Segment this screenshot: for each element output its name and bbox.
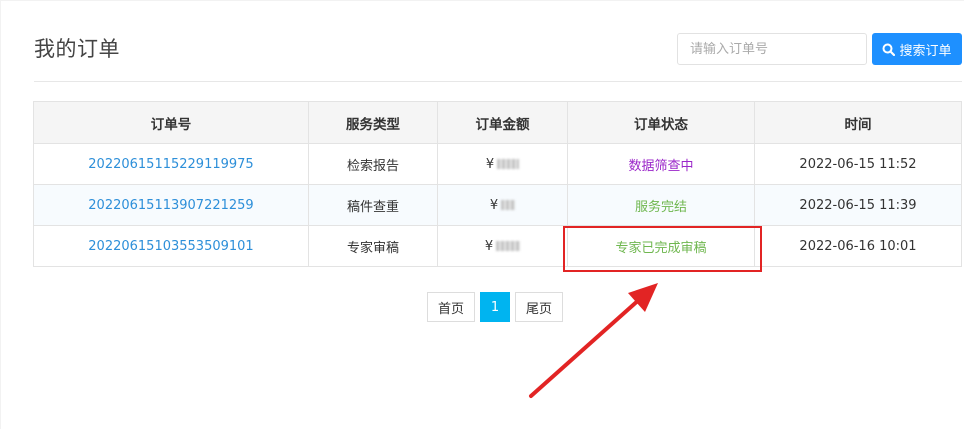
amount-currency: ¥ bbox=[485, 156, 495, 172]
order-no-cell: 20220615103553509101 bbox=[33, 225, 309, 267]
amount-cell: ¥ bbox=[437, 225, 568, 267]
column-header-time: 时间 bbox=[754, 101, 962, 144]
page-title: 我的订单 bbox=[34, 37, 120, 61]
order-search-input[interactable] bbox=[677, 33, 867, 65]
column-header-service-type: 服务类型 bbox=[308, 101, 438, 144]
order-no-link[interactable]: 20220615115229119975 bbox=[88, 157, 253, 172]
table-header-row: 订单号 服务类型 订单金额 订单状态 时间 bbox=[33, 101, 962, 144]
column-header-amount: 订单金额 bbox=[437, 101, 568, 144]
orders-table: 订单号 服务类型 订单金额 订单状态 时间 202206151152291199… bbox=[33, 101, 962, 267]
search-orders-button[interactable]: 搜索订单 bbox=[872, 33, 962, 65]
table-row: 20220615115229119975 检索报告 ¥ 数据筛查中 2022-0… bbox=[33, 143, 962, 185]
time-cell: 2022-06-15 11:39 bbox=[754, 184, 962, 226]
table-row: 20220615103553509101 专家审稿 ¥ 专家已完成审稿 2022… bbox=[33, 225, 962, 267]
amount-cell: ¥ bbox=[437, 184, 568, 226]
time-cell: 2022-06-16 10:01 bbox=[754, 225, 962, 267]
status-cell: 数据筛查中 bbox=[567, 143, 755, 185]
service-type-cell: 检索报告 bbox=[308, 143, 438, 185]
amount-cell: ¥ bbox=[437, 143, 568, 185]
order-no-link[interactable]: 20220615113907221259 bbox=[88, 198, 253, 213]
last-page-button[interactable]: 尾页 bbox=[515, 292, 563, 322]
header-divider bbox=[34, 81, 962, 82]
search-button-label: 搜索订单 bbox=[899, 43, 952, 59]
search-icon bbox=[882, 43, 896, 56]
order-no-cell: 20220615113907221259 bbox=[33, 184, 309, 226]
column-header-status: 订单状态 bbox=[567, 101, 755, 144]
masked-amount bbox=[501, 200, 516, 210]
amount-currency: ¥ bbox=[489, 197, 499, 213]
masked-amount bbox=[497, 159, 520, 169]
status-highlight-box bbox=[563, 226, 762, 272]
first-page-button[interactable]: 首页 bbox=[427, 292, 475, 322]
pagination: 首页 1 尾页 bbox=[427, 292, 568, 322]
status-cell: 服务完结 bbox=[567, 184, 755, 226]
order-no-link[interactable]: 20220615103553509101 bbox=[88, 239, 253, 254]
masked-amount bbox=[496, 241, 521, 251]
amount-currency: ¥ bbox=[484, 238, 494, 254]
table-row: 20220615113907221259 稿件查重 ¥ 服务完结 2022-06… bbox=[33, 184, 962, 226]
column-header-order-no: 订单号 bbox=[33, 101, 309, 144]
service-type-cell: 稿件查重 bbox=[308, 184, 438, 226]
order-no-cell: 20220615115229119975 bbox=[33, 143, 309, 185]
page-1-button[interactable]: 1 bbox=[480, 292, 510, 322]
service-type-cell: 专家审稿 bbox=[308, 225, 438, 267]
time-cell: 2022-06-15 11:52 bbox=[754, 143, 962, 185]
